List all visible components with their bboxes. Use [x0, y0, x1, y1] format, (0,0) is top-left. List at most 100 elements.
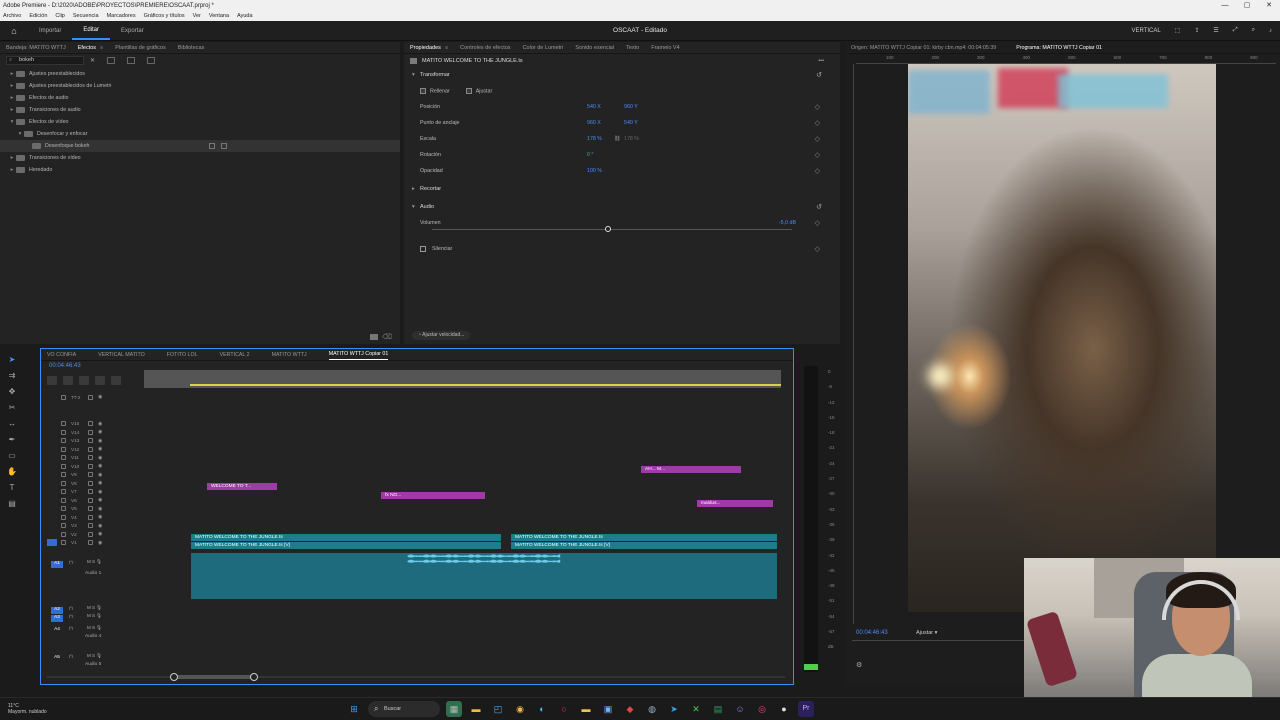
- tab-efectos[interactable]: Efectos: [78, 45, 96, 51]
- clear-search-icon[interactable]: ✕: [90, 57, 95, 64]
- clip-video[interactable]: MATITO WELCOME TO THE JUNGLE.ts [V]: [511, 542, 777, 549]
- type-tool-icon[interactable]: T: [7, 483, 17, 493]
- mute-solo-icon[interactable]: M S 🎙: [87, 605, 102, 611]
- section-audio[interactable]: ▾ Audio ↺: [404, 199, 840, 215]
- eye-icon[interactable]: ◉: [98, 463, 102, 469]
- audio-track-header[interactable]: A3 ⊓ M S 🎙: [47, 613, 139, 622]
- obs-icon[interactable]: ●: [776, 701, 792, 717]
- position-y[interactable]: 960 Y: [624, 104, 638, 110]
- program-video-frame[interactable]: [908, 64, 1216, 612]
- audio-track-header[interactable]: A1 ⊓ Audio 1 M S 🎙: [47, 559, 139, 599]
- premiere-icon[interactable]: Pr: [798, 701, 814, 717]
- menu-ayuda[interactable]: Ayuda: [237, 13, 253, 19]
- clip-title[interactable]: maldus...: [697, 500, 773, 507]
- eye-icon[interactable]: ◉: [98, 506, 102, 512]
- clip-video[interactable]: MATITO WELCOME TO THE JUNGLE.ts: [191, 534, 501, 541]
- caption-tool-icon[interactable]: ▤: [7, 499, 17, 509]
- audio-track-tag[interactable]: A1: [51, 561, 63, 568]
- eye-icon[interactable]: ◉: [98, 472, 102, 478]
- effects-tree-item[interactable]: ▸ Heredado: [0, 164, 400, 176]
- tab-program[interactable]: Programa: MATITO WTTJ Copiar 01: [1016, 45, 1102, 51]
- tab-exportar[interactable]: Exportar: [110, 28, 155, 34]
- minimize-button[interactable]: —: [1214, 0, 1236, 11]
- v1-target-badge[interactable]: [47, 539, 57, 547]
- workspace-selector[interactable]: VERTICAL: [1131, 28, 1160, 34]
- panels-icon[interactable]: ☰: [1213, 27, 1218, 34]
- sync-lock-icon[interactable]: [88, 531, 93, 537]
- tab-editar[interactable]: Editar: [72, 22, 111, 40]
- fill-button[interactable]: Rellenar: [420, 87, 450, 94]
- sync-lock-icon[interactable]: [88, 429, 93, 435]
- link-icon[interactable]: ⛓: [614, 136, 621, 142]
- video-track-header[interactable]: V10 ◉: [47, 462, 139, 471]
- effects-tree-item[interactable]: ▸ Transiciones de audio: [0, 104, 400, 116]
- lock-icon[interactable]: [61, 438, 66, 444]
- tab-lumetri[interactable]: Color de Lumetri: [523, 45, 564, 51]
- menu-ver[interactable]: Ver: [193, 13, 201, 19]
- lock-icon[interactable]: ⊓: [69, 655, 73, 660]
- effects-search-input[interactable]: ⌕ bokeh: [6, 55, 84, 65]
- mute-checkbox[interactable]: [420, 246, 426, 252]
- sync-lock-icon[interactable]: [88, 514, 93, 520]
- effects-tree-item[interactable]: ▾ Efectos de vídeo: [0, 116, 400, 128]
- menu-graficos[interactable]: Gráficos y títulos: [144, 13, 185, 19]
- effects-tree-item[interactable]: ▸ Ajustes preestablecidos: [0, 68, 400, 80]
- sync-lock-icon[interactable]: [88, 523, 93, 529]
- rotation-value[interactable]: 0 °: [587, 152, 594, 158]
- chevron-right-icon[interactable]: ▸: [8, 71, 16, 77]
- timeline-scroll-handle[interactable]: [170, 673, 258, 681]
- pen-tool-icon[interactable]: ✒: [7, 435, 17, 445]
- lock-icon[interactable]: ⊓: [69, 615, 73, 620]
- lock-icon[interactable]: [61, 472, 66, 478]
- menu-clip[interactable]: Clip: [55, 13, 64, 19]
- video-track-header[interactable]: V5 ◉: [47, 505, 139, 514]
- anchor-x[interactable]: 960 X: [587, 120, 601, 126]
- wrench-icon[interactable]: [95, 376, 105, 385]
- mute-solo-icon[interactable]: M S 🎙: [87, 559, 102, 565]
- settings-icon[interactable]: ⚙: [856, 661, 862, 669]
- chevron-right-icon[interactable]: ▸: [8, 155, 16, 161]
- lock-icon[interactable]: [61, 429, 66, 435]
- new-bin-icon[interactable]: [370, 334, 378, 340]
- speaker-icon[interactable]: ♪: [1269, 28, 1272, 34]
- mute-solo-icon[interactable]: M S 🎙: [87, 653, 102, 659]
- more-icon[interactable]: •••: [818, 58, 824, 64]
- keyframe-icon[interactable]: ◇: [815, 219, 820, 227]
- share-icon[interactable]: ⇪: [1194, 27, 1199, 34]
- eye-icon[interactable]: ◉: [98, 523, 102, 529]
- track-select-tool-icon[interactable]: ⇉: [7, 371, 17, 381]
- excel-icon[interactable]: ▤: [710, 701, 726, 717]
- menu-marcadores[interactable]: Marcadores: [107, 13, 136, 19]
- video-track-header[interactable]: V9 ◉: [47, 471, 139, 480]
- eye-icon[interactable]: ◉: [98, 540, 102, 546]
- slip-tool-icon[interactable]: ↔: [7, 419, 17, 429]
- chevron-right-icon[interactable]: ▸: [8, 167, 16, 173]
- lock-icon[interactable]: [61, 463, 66, 469]
- sequence-tab[interactable]: VERTICAL 2: [220, 352, 250, 358]
- sync-lock-icon[interactable]: [88, 540, 93, 546]
- sync-lock-icon[interactable]: [88, 472, 93, 478]
- tab-texto[interactable]: Texto: [626, 45, 639, 51]
- home-icon[interactable]: ⌂: [0, 26, 28, 36]
- video-track-header[interactable]: V1 ◉: [47, 539, 139, 548]
- xbox-icon[interactable]: ✕: [688, 701, 704, 717]
- clip-title[interactable]: WELCOME TO T...: [207, 483, 277, 490]
- tab-source[interactable]: Origen: MATITO WTTJ Copiar 01: kirby cbn…: [851, 45, 996, 51]
- lock-icon[interactable]: ⊓: [69, 607, 73, 612]
- maximize-button[interactable]: ▢: [1236, 0, 1258, 11]
- lock-icon[interactable]: [61, 455, 66, 461]
- lock-icon[interactable]: [61, 497, 66, 503]
- lock-icon[interactable]: [61, 540, 66, 546]
- audio-track-header[interactable]: A4 ⊓ Audio 4 M S 🎙: [47, 625, 139, 645]
- timeline-ruler[interactable]: [144, 370, 781, 388]
- sequence-tab-active[interactable]: MATITO WTTJ Copiar 01: [328, 349, 389, 360]
- video-track-header[interactable]: V12 ◉: [47, 445, 139, 454]
- telegram-icon[interactable]: ➤: [666, 701, 682, 717]
- steam-icon[interactable]: ◍: [644, 701, 660, 717]
- tab-sonido[interactable]: Sonido esencial: [575, 45, 614, 51]
- captions-icon[interactable]: [111, 376, 121, 385]
- windows-start-icon[interactable]: ⊞: [346, 701, 362, 717]
- volume-slider-handle[interactable]: [605, 226, 612, 232]
- section-crop[interactable]: ▸ Recortar: [404, 181, 840, 197]
- mute-solo-icon[interactable]: M S 🎙: [87, 613, 102, 619]
